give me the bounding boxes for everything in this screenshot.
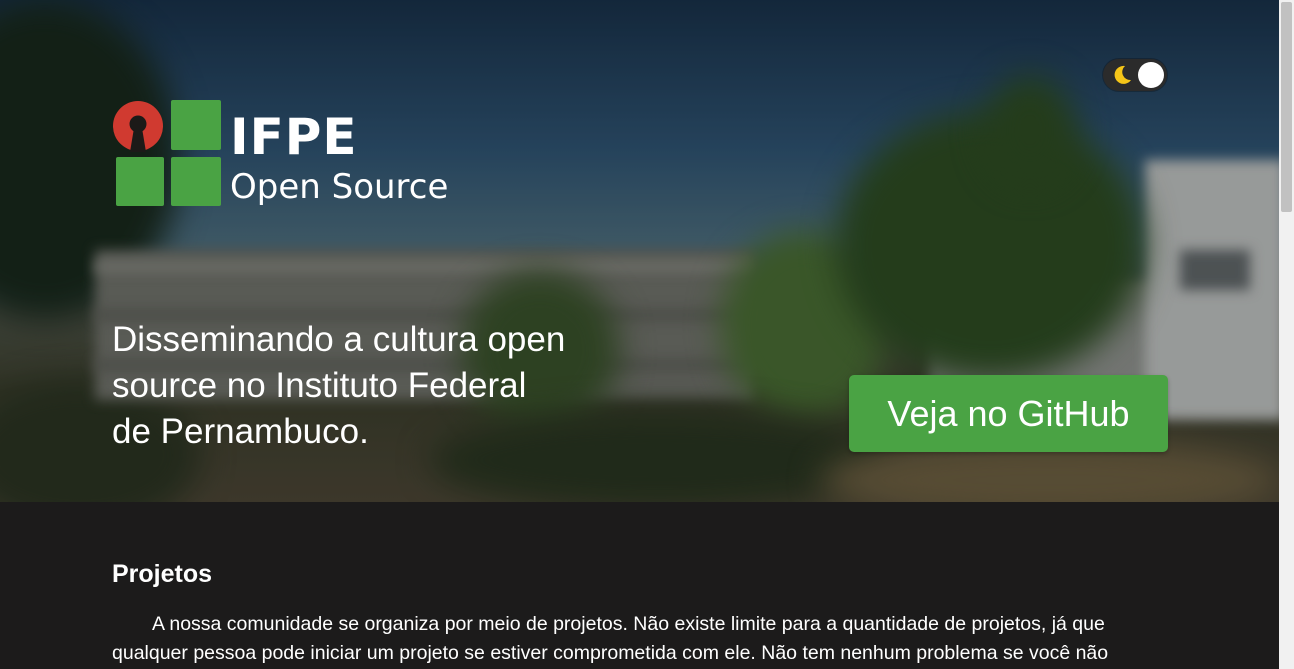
moon-icon bbox=[1114, 65, 1131, 84]
projects-heading: Projetos bbox=[112, 560, 213, 588]
hero-banner: IFPE Open Source Disseminando a cultura … bbox=[0, 0, 1279, 502]
page: IFPE Open Source Disseminando a cultura … bbox=[0, 0, 1279, 669]
toggle-knob bbox=[1138, 62, 1164, 88]
ifpe-open-source-logo[interactable]: IFPE Open Source bbox=[112, 100, 462, 210]
theme-toggle[interactable] bbox=[1103, 59, 1167, 91]
projects-description: A nossa comunidade se organiza por meio … bbox=[112, 613, 1109, 664]
logo-title: IFPE bbox=[230, 108, 358, 166]
ifpe-logo-icon bbox=[113, 100, 221, 206]
hero-tagline: Disseminando a cultura open source no In… bbox=[112, 320, 566, 451]
projects-section: Projetos A nossa comunidade se organiza … bbox=[0, 502, 1279, 669]
page-scrollbar[interactable] bbox=[1279, 0, 1294, 669]
github-button[interactable]: Veja no GitHub bbox=[849, 375, 1168, 452]
scrollbar-thumb[interactable] bbox=[1281, 2, 1292, 212]
logo-subtitle: Open Source bbox=[230, 167, 449, 207]
